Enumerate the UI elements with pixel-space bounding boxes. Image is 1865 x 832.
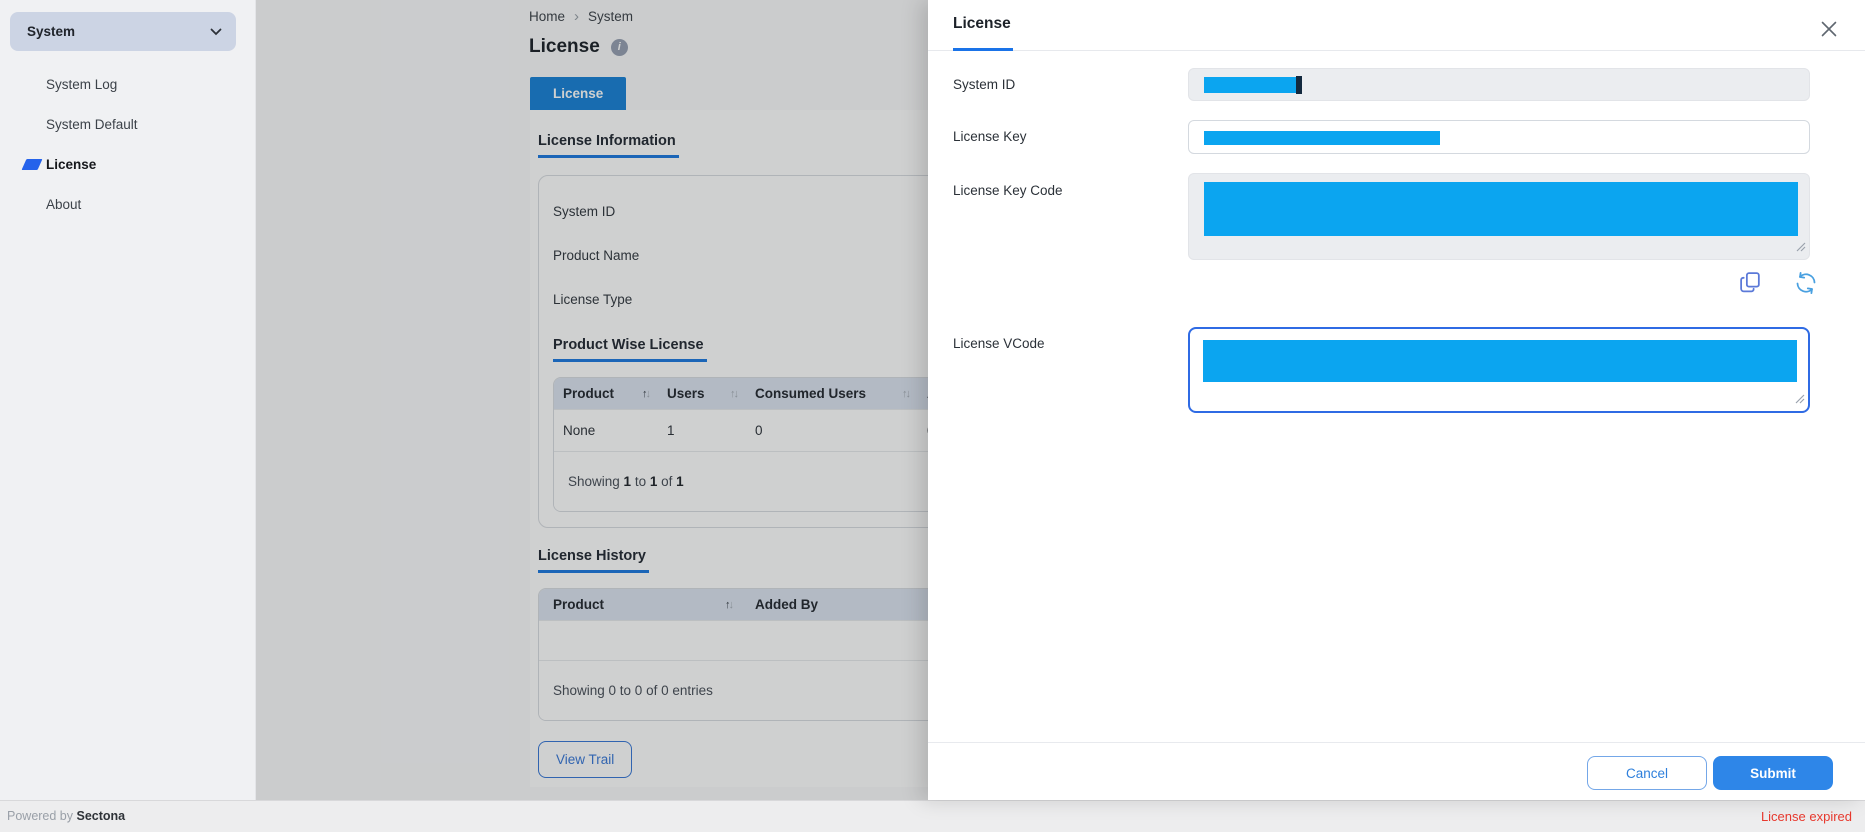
sidebar: System System Log System Default License…	[0, 0, 256, 800]
drawer-label-license-key: License Key	[953, 129, 1027, 144]
license-vcode-textarea[interactable]	[1188, 327, 1810, 413]
refresh-icon[interactable]	[1794, 271, 1818, 295]
drawer-label-license-vcode: License VCode	[953, 336, 1045, 351]
brand-name: Sectona	[76, 809, 125, 823]
sidebar-item-about[interactable]: About	[0, 184, 255, 224]
drawer-label-license-key-code: License Key Code	[953, 183, 1063, 198]
active-tab-indicator	[953, 48, 1013, 51]
sidebar-menu: System Log System Default License About	[0, 64, 255, 224]
chevron-down-icon	[210, 23, 222, 41]
copy-icon[interactable]	[1738, 270, 1763, 295]
drawer-footer: Cancel Submit	[928, 742, 1865, 800]
drawer-title: License	[953, 15, 1011, 33]
license-key-code-actions	[1738, 270, 1818, 295]
redacted-value-bar	[1204, 77, 1296, 93]
resize-handle[interactable]	[1795, 391, 1805, 409]
license-drawer: License System ID License Key License Ke…	[928, 0, 1865, 800]
redacted-value-bar	[1204, 182, 1798, 236]
app-footer: Powered by Sectona License expired	[0, 800, 1865, 832]
app-screen: System System Log System Default License…	[0, 0, 1865, 832]
sidebar-item-system-log[interactable]: System Log	[0, 64, 255, 104]
close-icon[interactable]	[1820, 20, 1838, 38]
sidebar-item-license[interactable]: License	[0, 144, 255, 184]
drawer-label-system-id: System ID	[953, 77, 1015, 92]
cancel-button[interactable]: Cancel	[1587, 756, 1707, 790]
sidebar-item-system-default[interactable]: System Default	[0, 104, 255, 144]
resize-handle[interactable]	[1796, 239, 1806, 257]
submit-button[interactable]: Submit	[1713, 756, 1833, 790]
license-key-code-textarea[interactable]	[1188, 173, 1810, 260]
sidebar-group-label: System	[27, 24, 75, 39]
license-key-input[interactable]	[1188, 120, 1810, 154]
redacted-value-bar	[1203, 340, 1797, 382]
sidebar-group-system[interactable]: System	[10, 12, 236, 51]
redacted-value-bar	[1204, 131, 1440, 145]
drawer-header: License	[928, 0, 1865, 51]
modal-backdrop[interactable]	[256, 0, 928, 800]
license-parallelogram-icon	[22, 159, 43, 170]
license-status-badge: License expired	[1761, 809, 1852, 824]
redaction-cursor	[1296, 76, 1302, 94]
system-id-input	[1188, 68, 1810, 101]
powered-by: Powered by Sectona	[7, 809, 125, 823]
